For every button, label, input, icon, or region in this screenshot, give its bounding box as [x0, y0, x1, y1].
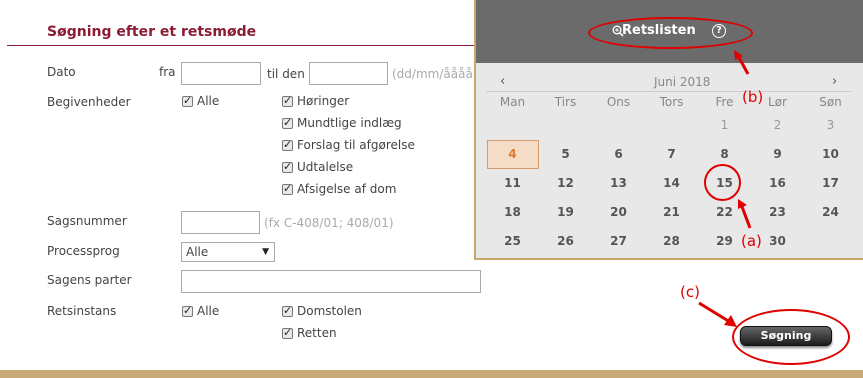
event-oral-pleadings-checkbox[interactable]: Mundtlige indlæg — [282, 116, 402, 130]
calendar-day[interactable]: 1 — [698, 118, 751, 132]
date-from-label: fra — [159, 65, 176, 79]
calendar-day[interactable]: 19 — [539, 205, 592, 219]
calendar-day[interactable]: 4 — [486, 147, 539, 161]
parties-label: Sagens parter — [47, 273, 132, 287]
calendar-day[interactable]: 5 — [539, 147, 592, 161]
court-all-checkbox[interactable]: Alle — [182, 304, 219, 318]
footer-bar — [0, 370, 863, 378]
calendar-day[interactable]: 25 — [486, 234, 539, 248]
annotation-label-c: (c) — [680, 283, 700, 301]
event-proposal-checkbox[interactable]: Forslag til afgørelse — [282, 138, 415, 152]
weekday-header: Søn — [819, 95, 842, 109]
annotation-label-b: (b) — [742, 88, 764, 106]
chevron-down-icon: ▼ — [262, 247, 269, 257]
calendar-day[interactable]: 17 — [804, 176, 857, 190]
annotation-circle-b — [588, 17, 753, 49]
checkbox-checked-icon — [282, 304, 293, 317]
checkbox-checked-icon — [282, 138, 293, 151]
weekday-header: Tirs — [554, 95, 577, 109]
calendar-day[interactable]: 27 — [592, 234, 645, 248]
annotation-label-a: (a) — [741, 232, 762, 250]
calendar-day[interactable]: 28 — [645, 234, 698, 248]
calendar-day[interactable]: 13 — [592, 176, 645, 190]
checkbox-checked-icon — [282, 116, 293, 129]
event-judgment-checkbox[interactable]: Afsigelse af dom — [282, 182, 396, 196]
event-label: Høringer — [297, 94, 350, 108]
calendar-day[interactable]: 18 — [486, 205, 539, 219]
annotation-circle-a — [704, 164, 741, 201]
calendar-day[interactable]: 8 — [698, 147, 751, 161]
calendar-day[interactable]: 2 — [751, 118, 804, 132]
calendar-day[interactable]: 7 — [645, 147, 698, 161]
annotation-arrow-c — [698, 301, 737, 327]
weekday-header: Ons — [606, 95, 631, 109]
court-label-item: Domstolen — [297, 304, 362, 318]
date-to-input[interactable] — [309, 62, 388, 85]
calendar-day[interactable]: 26 — [539, 234, 592, 248]
checkbox-checked-icon — [282, 94, 293, 107]
court-domstolen-checkbox[interactable]: Domstolen — [282, 304, 362, 318]
page-title: Søgning efter et retsmøde — [47, 24, 257, 40]
date-label: Dato — [47, 65, 76, 79]
event-hearings-checkbox[interactable]: Høringer — [282, 94, 349, 108]
calendar-day[interactable]: 16 — [751, 176, 804, 190]
title-divider — [7, 45, 477, 46]
next-month-button[interactable]: › — [832, 74, 837, 89]
case-number-label: Sagsnummer — [47, 214, 127, 228]
court-all-label: Alle — [197, 304, 220, 318]
checkbox-checked-icon — [282, 182, 293, 195]
calendar-day[interactable]: 21 — [645, 205, 698, 219]
court-label-item: Retten — [297, 326, 337, 340]
date-from-input[interactable] — [181, 62, 261, 85]
annotation-arrow-a — [738, 199, 752, 229]
checkbox-checked-icon — [282, 160, 293, 173]
language-select-value: Alle — [186, 245, 209, 259]
calendar-day[interactable]: 9 — [751, 147, 804, 161]
weekday-header: Tors — [659, 95, 684, 109]
court-label: Retsinstans — [47, 304, 117, 318]
search-button[interactable]: Søgning — [740, 326, 832, 346]
previous-month-button[interactable]: ‹ — [500, 74, 505, 89]
event-label: Mundtlige indlæg — [297, 116, 402, 130]
event-opinion-checkbox[interactable]: Udtalelse — [282, 160, 353, 174]
case-number-hint: (fx C-408/01; 408/01) — [264, 216, 394, 230]
calendar-day[interactable]: 10 — [804, 147, 857, 161]
calendar-day[interactable]: 23 — [751, 205, 804, 219]
language-select[interactable]: Alle ▼ — [181, 242, 275, 262]
parties-input[interactable] — [181, 270, 481, 293]
calendar-month-label: Juni 2018 — [654, 75, 711, 89]
event-label: Forslag til afgørelse — [297, 138, 415, 152]
calendar-day[interactable]: 24 — [804, 205, 857, 219]
event-label: Afsigelse af dom — [297, 182, 397, 196]
annotation-arrow-b — [734, 50, 750, 75]
calendar-day[interactable]: 11 — [486, 176, 539, 190]
events-label: Begivenheder — [47, 95, 131, 109]
calendar-divider — [486, 91, 852, 92]
events-all-checkbox[interactable]: Alle — [182, 94, 219, 108]
event-label: Udtalelse — [297, 160, 354, 174]
calendar-day[interactable]: 20 — [592, 205, 645, 219]
court-retten-checkbox[interactable]: Retten — [282, 326, 337, 340]
weekday-header: Man — [499, 95, 526, 109]
date-to-label: til den — [267, 67, 305, 81]
calendar-nav: ‹ Juni 2018 › — [486, 74, 852, 92]
date-format-hint: (dd/mm/åååå) — [392, 67, 478, 81]
language-label: Processprog — [47, 244, 120, 258]
case-number-input[interactable] — [181, 211, 260, 234]
checkbox-checked-icon — [182, 304, 193, 317]
checkbox-checked-icon — [282, 326, 293, 339]
calendar-day[interactable]: 14 — [645, 176, 698, 190]
calendar-day[interactable]: 12 — [539, 176, 592, 190]
calendar-day[interactable]: 3 — [804, 118, 857, 132]
calendar-day[interactable]: 6 — [592, 147, 645, 161]
events-all-label: Alle — [197, 94, 220, 108]
checkbox-checked-icon — [182, 94, 193, 107]
